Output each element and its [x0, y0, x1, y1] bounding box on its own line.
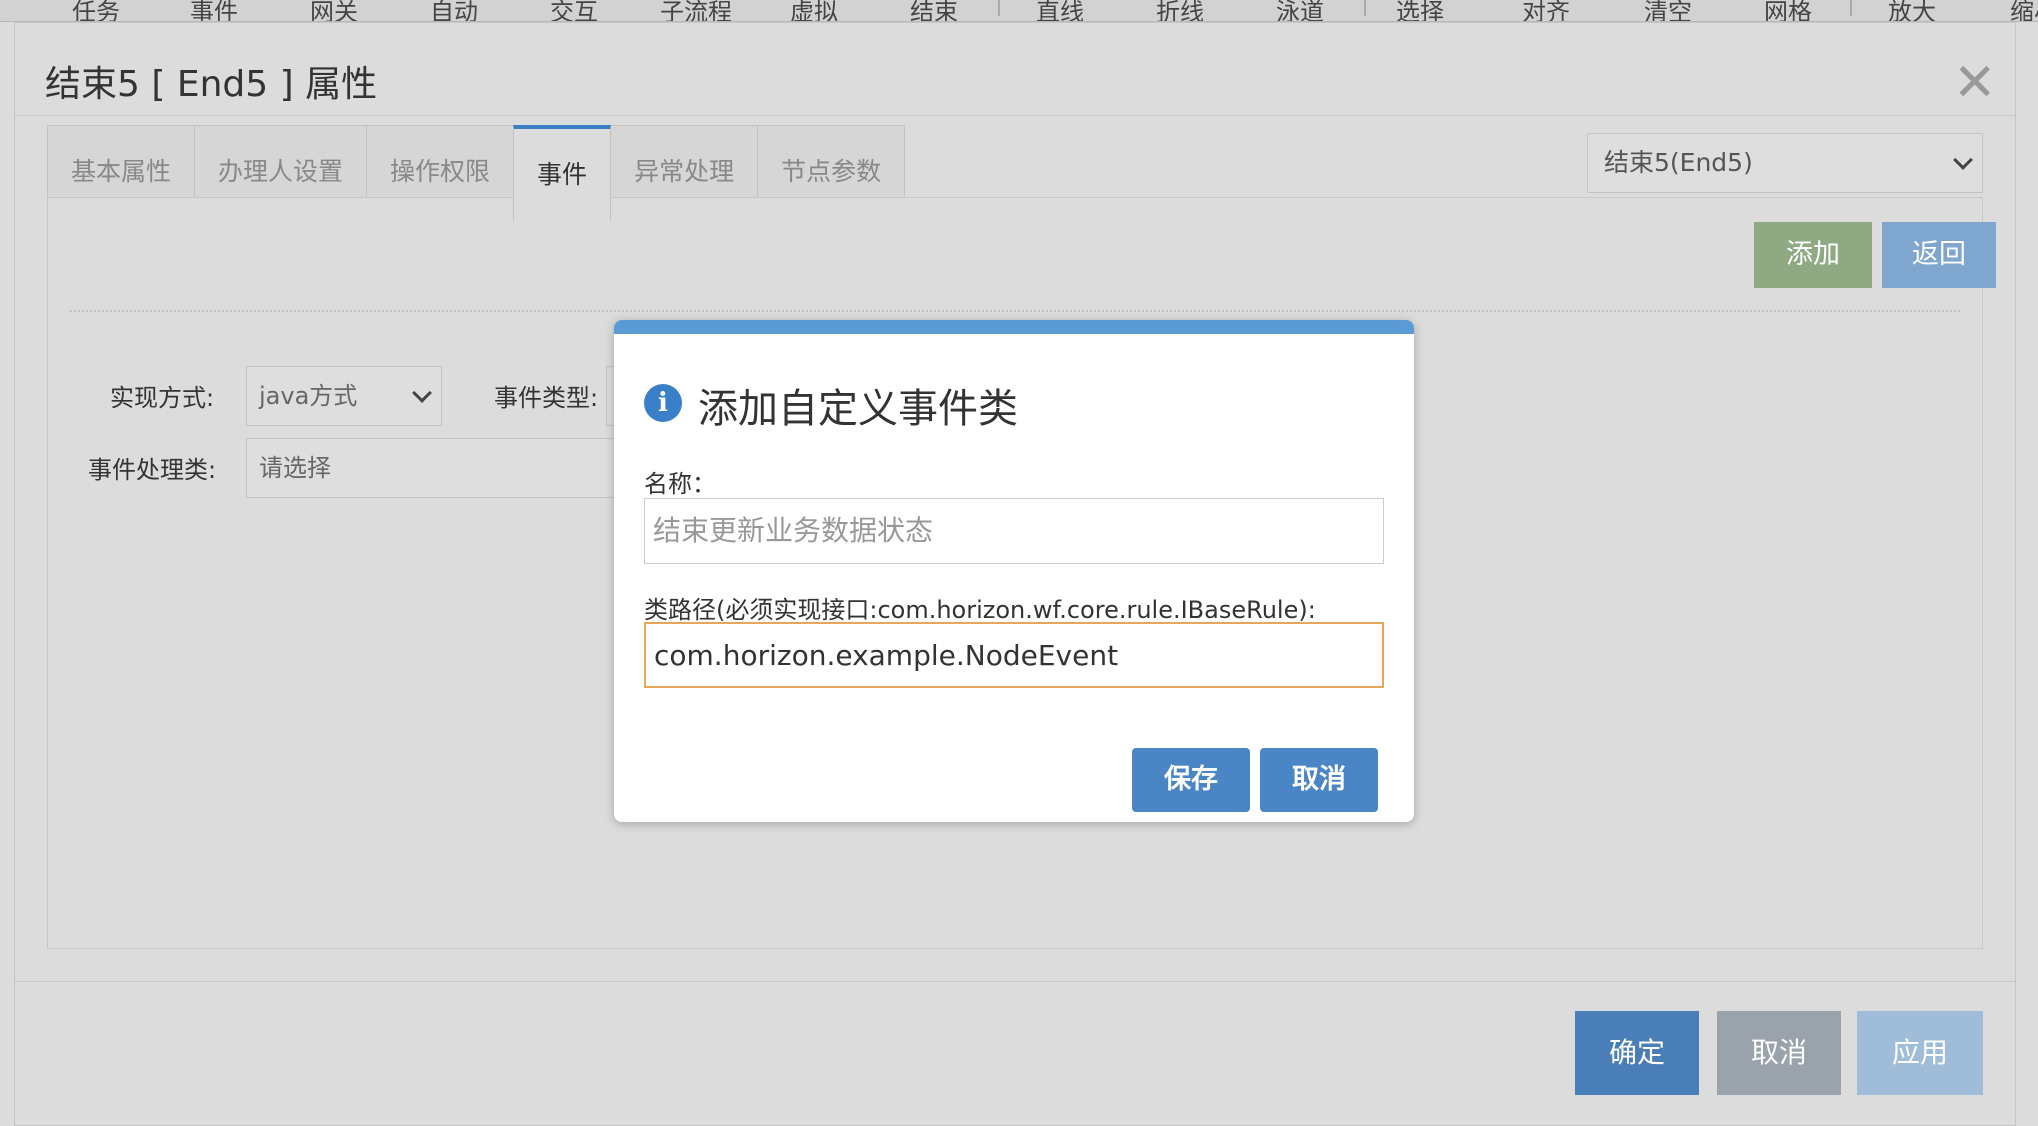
handler-class-label: 事件处理类: — [88, 456, 217, 484]
title-divider — [15, 115, 2015, 116]
tab-events[interactable]: 事件 — [513, 125, 612, 221]
toolbar-item-task[interactable]: 任务 — [72, 0, 120, 21]
toolbar-item-select[interactable]: 选择 — [1396, 0, 1444, 21]
add-event-class-dialog: i 添加自定义事件类 名称： 结束更新业务数据状态 类路径(必须实现接口:com… — [614, 320, 1414, 822]
handler-class-value: 请选择 — [259, 454, 331, 482]
classpath-input[interactable]: com.horizon.example.NodeEvent — [644, 622, 1384, 688]
toolbar-item-interact[interactable]: 交互 — [550, 0, 598, 21]
event-type-label: 事件类型: — [494, 384, 599, 412]
toolbar-item-event[interactable]: 事件 — [190, 0, 238, 21]
dotted-divider — [70, 310, 1960, 312]
toolbar-separator — [1850, 0, 1852, 16]
add-button[interactable]: 添加 — [1754, 222, 1872, 288]
window-title: 结束5 [ End5 ] 属性 — [45, 64, 378, 105]
impl-method-select[interactable]: java方式 — [246, 366, 442, 426]
toolbar-item-grid[interactable]: 网格 — [1764, 0, 1812, 21]
toolbar-item-lane[interactable]: 泳道 — [1276, 0, 1324, 21]
save-button[interactable]: 保存 — [1132, 748, 1250, 812]
close-icon[interactable]: ✕ — [1953, 57, 1997, 109]
toolbar-separator — [1364, 0, 1366, 16]
toolbar-item-end[interactable]: 结束 — [910, 0, 958, 21]
toolbar-item-line[interactable]: 直线 — [1036, 0, 1084, 21]
toolbar-item-zoom-out[interactable]: 缩小 — [2010, 0, 2038, 21]
toolbar-item-auto[interactable]: 自动 — [430, 0, 478, 21]
dialog-title: 添加自定义事件类 — [698, 386, 1018, 432]
impl-method-label: 实现方式: — [110, 384, 215, 412]
chevron-down-icon — [1953, 150, 1973, 170]
node-select-value: 结束5(End5) — [1604, 148, 1753, 177]
toolbar-item-align[interactable]: 对齐 — [1522, 0, 1570, 21]
toolbar-item-clear[interactable]: 清空 — [1644, 0, 1692, 21]
name-input[interactable]: 结束更新业务数据状态 — [644, 498, 1384, 564]
top-toolbar: 任务 事件 网关 自动 交互 子流程 虚拟 结束 直线 折线 泳道 选择 对齐 … — [0, 0, 2038, 22]
footer-cancel-button[interactable]: 取消 — [1717, 1011, 1841, 1095]
toolbar-item-zoom-in[interactable]: 放大 — [1888, 0, 1936, 21]
name-label: 名称： — [644, 470, 716, 498]
toolbar-item-virtual[interactable]: 虚拟 — [790, 0, 838, 21]
node-select[interactable]: 结束5(End5) — [1587, 133, 1983, 193]
impl-method-value: java方式 — [259, 382, 358, 410]
classpath-label: 类路径(必须实现接口:com.horizon.wf.core.rule.IBas… — [644, 596, 1316, 624]
toolbar-item-polyline[interactable]: 折线 — [1156, 0, 1204, 21]
toolbar-item-gateway[interactable]: 网关 — [310, 0, 358, 21]
footer-divider — [15, 981, 2015, 982]
info-icon: i — [644, 384, 682, 422]
chevron-down-icon — [412, 383, 432, 403]
back-button[interactable]: 返回 — [1882, 222, 1996, 288]
apply-button[interactable]: 应用 — [1857, 1011, 1983, 1095]
ok-button[interactable]: 确定 — [1575, 1011, 1699, 1095]
dialog-cancel-button[interactable]: 取消 — [1260, 748, 1378, 812]
toolbar-separator — [998, 0, 1000, 16]
toolbar-item-subprocess[interactable]: 子流程 — [660, 0, 732, 21]
